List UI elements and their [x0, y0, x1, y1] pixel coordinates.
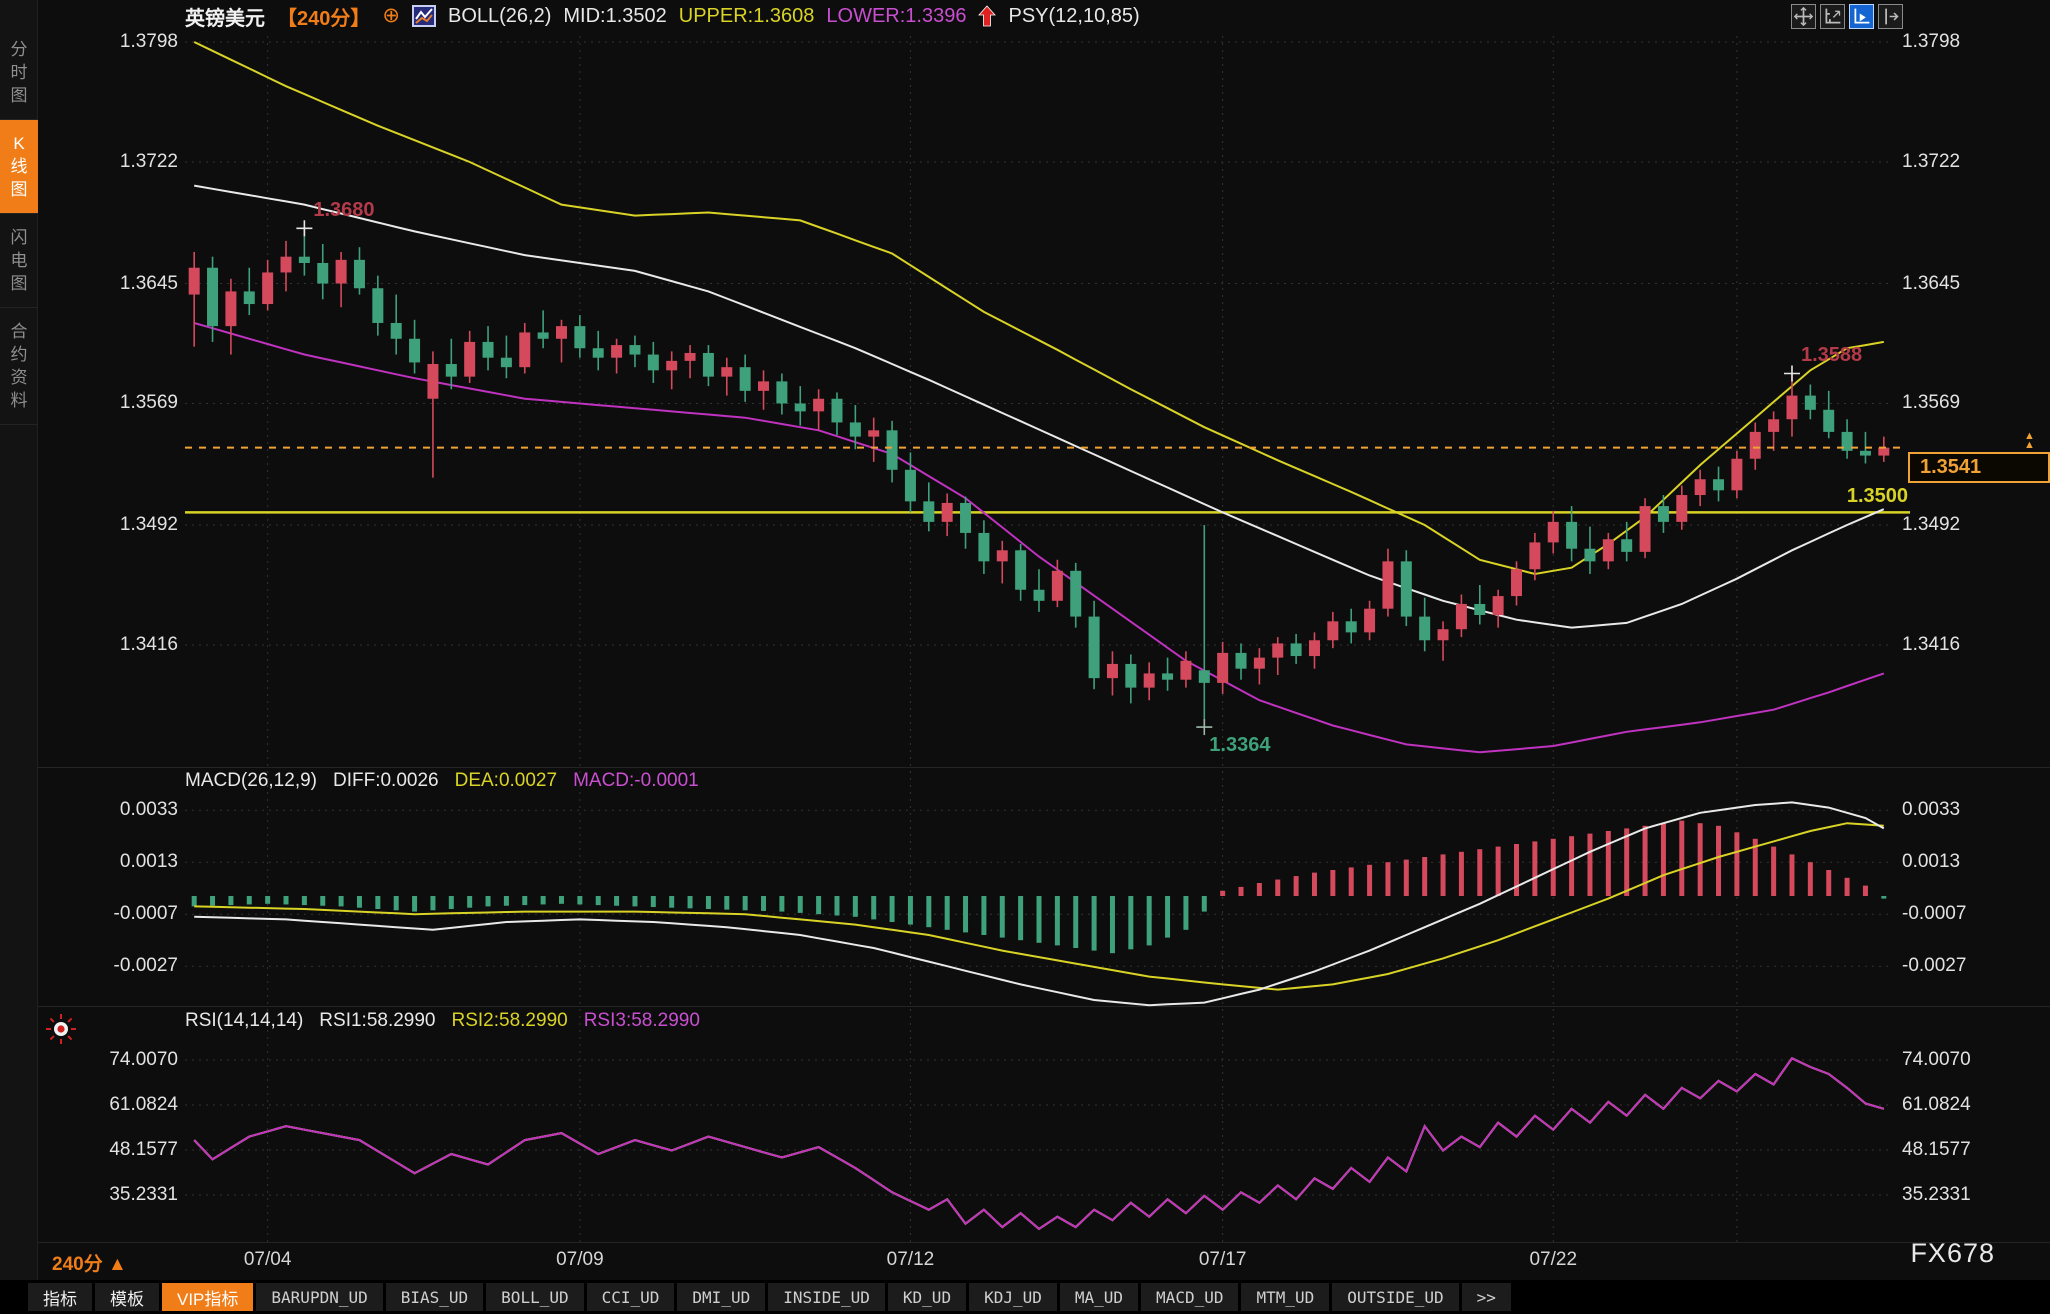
axis-tick-right: 74.0070: [1902, 1049, 2048, 1071]
macd-macd-value: MACD:-0.0001: [573, 770, 699, 792]
tab-BIAS_UD[interactable]: BIAS_UD: [386, 1283, 483, 1311]
axis-tick-right: 61.0824: [1902, 1094, 2048, 1116]
indicator-tabbar: 指标模板VIP指标BARUPDN_UDBIAS_UDBOLL_UDCCI_UDD…: [0, 1280, 2050, 1314]
axis-tick-left: -0.0007: [38, 903, 178, 925]
tab-[interactable]: 模板: [95, 1283, 159, 1311]
up-arrow-icon: [978, 5, 996, 27]
last-price-box: 1.3541: [1908, 452, 2050, 483]
globe-plus-icon[interactable]: ⊕: [382, 6, 400, 26]
date-tick: 07/04: [244, 1249, 292, 1271]
symbol-title: 英镑美元: [185, 2, 265, 31]
axis-tick-right: 0.0013: [1902, 851, 2048, 873]
tab-BARUPDN_UD[interactable]: BARUPDN_UD: [256, 1283, 382, 1311]
axis-tick-left: -0.0027: [38, 955, 178, 977]
sidebar-item-0[interactable]: 分时图: [0, 26, 38, 120]
axis-tick-left: 1.3722: [38, 151, 178, 173]
tab-INSIDE_UD[interactable]: INSIDE_UD: [768, 1283, 885, 1311]
red-sun-icon[interactable]: [44, 1012, 78, 1051]
chart-header: 英镑美元 【240分】 ⊕ BOLL(26,2) MID:1.3502 UPPE…: [185, 1, 1140, 31]
axis-zoom-icon[interactable]: [1820, 4, 1845, 29]
axis-tick-right: -0.0007: [1902, 903, 2048, 925]
rsi1-value: RSI1:58.2990: [319, 1010, 435, 1032]
tab-MACD_UD[interactable]: MACD_UD: [1141, 1283, 1238, 1311]
axis-tick-left: 1.3645: [38, 273, 178, 295]
macd-indicator-label: MACD(26,12,9): [185, 770, 317, 792]
date-tick: 07/12: [887, 1249, 935, 1271]
tab-[interactable]: 指标: [28, 1283, 92, 1311]
chart-playback-icon[interactable]: [1849, 4, 1874, 29]
axis-tick-right: 0.0033: [1902, 799, 2048, 821]
pan-crosshair-icon[interactable]: [1791, 4, 1816, 29]
chart-canvas[interactable]: [0, 0, 2050, 1314]
tab-KD_UD[interactable]: KD_UD: [888, 1283, 966, 1311]
psy-indicator-label: PSY(12,10,85): [1008, 5, 1139, 28]
tab-[interactable]: >>: [1462, 1283, 1511, 1311]
axis-tick-left: 1.3569: [38, 392, 178, 414]
axis-tick-right: 1.3492: [1902, 514, 2048, 536]
rsi2-value: RSI2:58.2990: [452, 1010, 568, 1032]
boll-upper-value: UPPER:1.3608: [679, 5, 815, 28]
axis-tick-right: -0.0027: [1902, 955, 2048, 977]
axis-tick-left: 0.0013: [38, 851, 178, 873]
tab-MTM_UD[interactable]: MTM_UD: [1241, 1283, 1329, 1311]
trading-app: 分时图K线图闪电图合约资料 英镑美元 【240分】 ⊕ BOLL(26,2) M…: [0, 0, 2050, 1314]
axis-tick-left: 0.0033: [38, 799, 178, 821]
macd-title: MACD(26,12,9) DIFF:0.0026 DEA:0.0027 MAC…: [185, 770, 699, 792]
tab-MA_UD[interactable]: MA_UD: [1060, 1283, 1138, 1311]
axis-tick-left: 1.3492: [38, 514, 178, 536]
macd-dea-value: DEA:0.0027: [455, 770, 557, 792]
axis-tick-left: 48.1577: [38, 1139, 178, 1161]
tab-BOLL_UD[interactable]: BOLL_UD: [486, 1283, 583, 1311]
axis-tick-left: 1.3798: [38, 31, 178, 53]
rsi-indicator-label: RSI(14,14,14): [185, 1010, 303, 1032]
rsi-title: RSI(14,14,14) RSI1:58.2990 RSI2:58.2990 …: [185, 1010, 700, 1032]
sidebar-item-1[interactable]: K线图: [0, 120, 38, 214]
price-annotation-low: 1.3364: [1209, 734, 1270, 757]
price-annotation-high: 1.3680: [313, 199, 374, 222]
sidebar-item-2[interactable]: 闪电图: [0, 214, 38, 308]
sidebar-item-3[interactable]: 合约资料: [0, 308, 38, 425]
boll-lower-value: LOWER:1.3396: [826, 5, 966, 28]
chart-toolbar: [1791, 4, 1903, 29]
watermark: FX678: [1910, 1238, 1995, 1269]
date-tick: 07/09: [556, 1249, 604, 1271]
axis-tick-left: 74.0070: [38, 1049, 178, 1071]
axis-tick-left: 1.3416: [38, 634, 178, 656]
current-period-label[interactable]: 240分 ▲: [52, 1249, 127, 1276]
tab-VIP[interactable]: VIP指标: [162, 1283, 253, 1311]
price-annotation-high: 1.3588: [1801, 344, 1862, 367]
axis-tick-left: 61.0824: [38, 1094, 178, 1116]
rsi3-value: RSI3:58.2990: [584, 1010, 700, 1032]
date-tick: 07/22: [1529, 1249, 1577, 1271]
axis-tick-right: 1.3569: [1902, 392, 2048, 414]
sidebar: 分时图K线图闪电图合约资料: [0, 0, 38, 1314]
axis-tick-right: 1.3416: [1902, 634, 2048, 656]
support-line-label: 1.3500: [1730, 485, 1908, 508]
axis-tick-left: 35.2331: [38, 1184, 178, 1206]
date-tick: 07/17: [1199, 1249, 1247, 1271]
axis-tick-right: 48.1577: [1902, 1139, 2048, 1161]
tab-CCI_UD[interactable]: CCI_UD: [587, 1283, 675, 1311]
boll-indicator-label: BOLL(26,2): [448, 5, 551, 28]
tab-DMI_UD[interactable]: DMI_UD: [677, 1283, 765, 1311]
period-badge[interactable]: 【240分】: [277, 2, 370, 31]
tab-KDJ_UD[interactable]: KDJ_UD: [969, 1283, 1057, 1311]
collapse-right-icon[interactable]: [1878, 4, 1903, 29]
axis-tick-right: 35.2331: [1902, 1184, 2048, 1206]
axis-tick-right: 1.3645: [1902, 273, 2048, 295]
axis-tick-right: 1.3798: [1902, 31, 2048, 53]
macd-diff-value: DIFF:0.0026: [333, 770, 439, 792]
kline-chart-icon[interactable]: [412, 4, 436, 28]
tab-OUTSIDE_UD[interactable]: OUTSIDE_UD: [1332, 1283, 1458, 1311]
boll-mid-value: MID:1.3502: [563, 5, 666, 28]
price-scroll-marker-icon[interactable]: ▲▲: [2024, 432, 2035, 450]
axis-tick-right: 1.3722: [1902, 151, 2048, 173]
